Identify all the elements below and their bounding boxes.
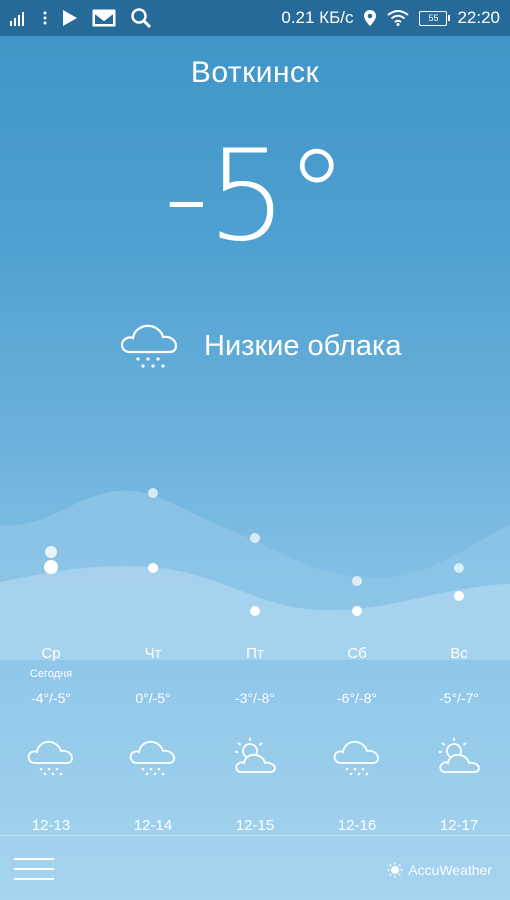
forecast-list: Ср Сегодня -4°/-5° 12-13 Чт 0°/-5° 12-14… (0, 640, 510, 840)
sun-logo-icon (387, 862, 403, 878)
more-icon (42, 10, 48, 26)
day-temperature: -5°/-7° (439, 690, 479, 706)
low-point-wed (44, 560, 58, 574)
low-point-sun (454, 591, 464, 601)
day-date: 12-16 (337, 817, 377, 834)
day-name: Ср (41, 645, 61, 662)
condition-text: Низкие облака (204, 329, 402, 362)
forecast-day-sat[interactable]: Сб -6°/-8° 12-16 (306, 640, 408, 840)
high-point-wed (45, 546, 57, 558)
forecast-day-sun[interactable]: Вс -5°/-7° 12-17 (408, 640, 510, 840)
low-point-fri (250, 606, 260, 616)
sun-cloud-icon (235, 738, 276, 773)
search-icon (130, 7, 152, 29)
cloud-snow-icon (129, 740, 175, 776)
day-temperature: -3°/-8° (235, 690, 275, 706)
cloud-snow-icon (333, 740, 379, 776)
day-temperature: 0°/-5° (135, 690, 171, 706)
low-point-sat (352, 606, 362, 616)
signal-icon (10, 10, 28, 26)
forecast-day-thu[interactable]: Чт 0°/-5° 12-14 (102, 640, 204, 840)
clock: 22:20 (457, 8, 500, 27)
forecast-day-wed[interactable]: Ср Сегодня -4°/-5° 12-13 (0, 640, 102, 840)
network-speed: 0.21 КБ/с (281, 8, 354, 27)
gmail-icon (92, 9, 116, 27)
temperature-graph (0, 488, 510, 660)
menu-icon[interactable] (14, 858, 54, 884)
accuweather-logo[interactable]: AccuWeather (387, 862, 492, 878)
wifi-icon (387, 10, 410, 26)
high-point-fri (250, 533, 260, 543)
day-date: 12-17 (439, 817, 479, 834)
high-point-sun (454, 563, 464, 573)
low-point-thu (148, 563, 158, 573)
battery-level: 55 (428, 13, 439, 23)
battery-icon: 55 (419, 10, 451, 26)
day-temperature: -6°/-8° (337, 690, 377, 706)
location-icon (363, 9, 377, 27)
cloud-snow-icon (120, 324, 178, 368)
sun-cloud-icon (439, 738, 480, 773)
day-name: Вс (450, 645, 468, 662)
footer-divider (0, 835, 510, 836)
current-condition: Низкие облака (118, 316, 401, 376)
cloud-snow-icon (27, 740, 73, 776)
day-subtitle: Сегодня (29, 668, 73, 680)
day-date: 12-15 (235, 817, 275, 834)
status-bar: 0.21 КБ/с 55 22:20 (0, 0, 510, 36)
play-store-icon (62, 9, 78, 27)
day-name: Сб (347, 645, 367, 662)
day-date: 12-14 (133, 817, 173, 834)
high-point-sat (352, 576, 362, 586)
city-name[interactable]: Воткинск (0, 56, 510, 90)
forecast-day-fri[interactable]: Пт -3°/-8° 12-15 (204, 640, 306, 840)
brand-text: AccuWeather (408, 862, 492, 878)
current-temperature: -5° (163, 122, 349, 269)
high-point-thu (148, 488, 158, 498)
day-name: Чт (144, 645, 162, 662)
day-name: Пт (246, 645, 264, 662)
day-date: 12-13 (31, 817, 71, 834)
day-temperature: -4°/-5° (31, 690, 71, 706)
